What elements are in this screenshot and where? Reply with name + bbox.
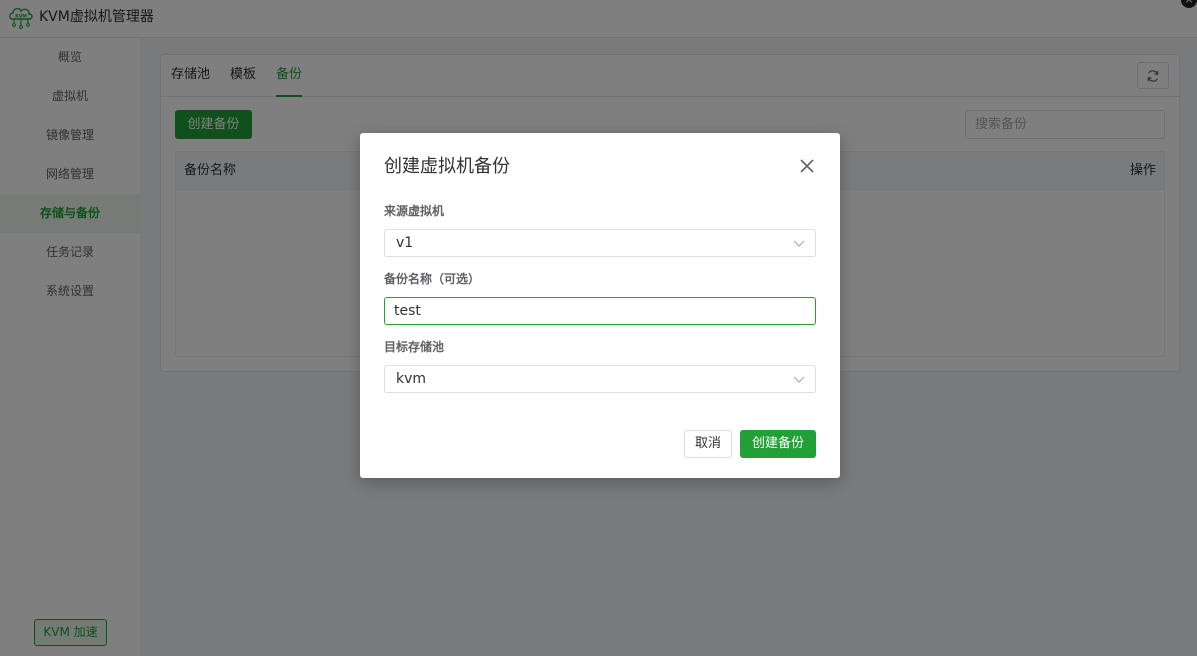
- backup-name-input[interactable]: [384, 297, 816, 325]
- cancel-button[interactable]: 取消: [684, 430, 732, 458]
- dialog-title: 创建虚拟机备份: [384, 156, 510, 177]
- confirm-create-backup-button[interactable]: 创建备份: [740, 430, 816, 458]
- chevron-down-icon: [793, 376, 805, 383]
- backup-name-label: 备份名称（可选）: [384, 272, 481, 286]
- create-backup-dialog: 创建虚拟机备份 来源虚拟机 v1 备份名称（可选） 目标存储池 kvm 取消 创…: [360, 133, 840, 478]
- source-vm-label: 来源虚拟机: [384, 204, 445, 218]
- close-icon[interactable]: [798, 157, 816, 175]
- source-vm-select[interactable]: v1: [384, 229, 816, 257]
- chevron-down-icon: [793, 240, 805, 247]
- source-vm-value: v1: [396, 235, 414, 251]
- app-window: KVM KVM虚拟机管理器 × 概览 虚拟机 镜像管理 网络管理 存储与备份 任…: [0, 0, 1197, 656]
- target-pool-value: kvm: [396, 371, 427, 387]
- target-pool-label: 目标存储池: [384, 340, 445, 354]
- target-pool-select[interactable]: kvm: [384, 365, 816, 393]
